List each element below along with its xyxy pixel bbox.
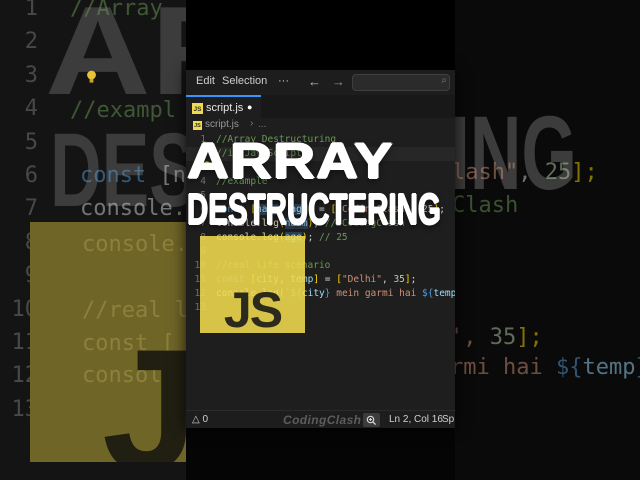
code-token: "Delhi" — [341, 274, 382, 285]
warning-icon: △ — [192, 414, 200, 425]
indent-indicator-truncated[interactable]: Sp — [442, 414, 454, 425]
zoom-indicator[interactable] — [363, 413, 380, 427]
background-line-number: 3 — [24, 62, 38, 88]
tab-modified-dot-icon[interactable]: ● — [247, 102, 252, 112]
code-token: ]; — [571, 160, 598, 185]
warning-count: 0 — [202, 414, 209, 425]
tab-script-js[interactable]: JS script.js ● — [186, 95, 261, 120]
code-token: , — [382, 274, 394, 285]
code-token: , — [518, 160, 545, 185]
tab-label: script.js — [206, 102, 244, 114]
code-token: [n — [146, 163, 186, 188]
code-token: ]; — [516, 325, 543, 350]
code-token: ; — [410, 274, 417, 285]
search-icon: ⌕ — [441, 75, 447, 86]
code-token: lash" — [455, 160, 519, 185]
warnings-indicator[interactable]: △ 0 — [192, 414, 208, 425]
background-code-fragment: console. — [80, 196, 186, 221]
background-code-fragment: lash", 25]; — [455, 160, 598, 185]
code-token: ${ — [422, 288, 434, 299]
code-token: = — [319, 274, 337, 285]
code-token: //Array — [70, 0, 163, 21]
js-logo-badge: JS — [200, 236, 305, 338]
js-file-icon: JS — [192, 103, 203, 114]
background-line-number: 4 — [24, 96, 38, 122]
code-token: ', — [455, 325, 477, 350]
background-code-fragment: ', 35]; — [455, 325, 543, 350]
breadcrumb[interactable]: JS script.js › ... — [186, 118, 455, 133]
code-token: city — [301, 288, 325, 299]
code-token: 25 — [544, 160, 572, 185]
js-logo-letters: JS — [223, 282, 283, 338]
breadcrumb-more[interactable]: ... — [258, 119, 266, 130]
background-code-right: ING lash", 25]; Clash ', 35]; rmi hai ${… — [455, 0, 640, 480]
background-code-fragment: rmi hai ${temp} — [455, 355, 640, 380]
overlay-title-line2: DESTRUCTERING — [187, 185, 441, 234]
code-token: Clash — [455, 193, 519, 218]
code-token: temp — [433, 288, 455, 299]
code-token: temp — [582, 355, 636, 380]
background-code-fragment: const [n — [80, 163, 186, 188]
background-line-number: 2 — [24, 29, 38, 55]
code-token: 35 — [393, 274, 405, 285]
status-bar: △ 0 CodingClash Ln 2, Col 16 Sp — [186, 410, 455, 428]
background-code-fragment: //Array — [70, 0, 163, 21]
cursor-position-indicator[interactable]: Ln 2, Col 16 — [389, 414, 443, 425]
menu-item-edit[interactable]: Edit — [196, 75, 215, 87]
menu-item-selection[interactable]: Selection — [222, 75, 267, 87]
watermark-codingclash: CodingClash — [283, 413, 362, 427]
code-token: rmi hai — [455, 355, 556, 380]
background-line-number: 5 — [24, 129, 38, 155]
background-code-left: 12345678910111213 ARR //Array //exampl D… — [0, 0, 186, 480]
command-center-search[interactable]: ⌕ — [352, 74, 450, 91]
background-through-code: console. — [82, 232, 186, 257]
breadcrumb-file[interactable]: script.js — [205, 119, 239, 130]
code-token: } — [635, 355, 640, 380]
code-token: 35 — [489, 325, 517, 350]
background-lightbulb-icon — [86, 70, 97, 84]
background-line-number: 1 — [24, 0, 38, 21]
js-file-icon: JS — [193, 121, 202, 130]
nav-forward-icon[interactable]: → — [332, 74, 345, 89]
nav-back-icon[interactable]: ← — [308, 74, 321, 89]
code-token: mein garmi hai — [330, 288, 423, 299]
code-token: console. — [80, 196, 186, 221]
background-code-fragment: Clash — [455, 193, 518, 218]
code-token: ${ — [555, 355, 583, 380]
background-js-logo: console. //real l const [ console JS — [30, 222, 186, 462]
background-giant-title-right: ING — [455, 95, 577, 212]
background-line-number: 6 — [24, 163, 38, 189]
chevron-right-icon: › — [250, 118, 254, 129]
code-token: const — [80, 163, 147, 188]
menu-bar: Edit Selection ··· ← → ⌕ — [186, 70, 455, 95]
tab-bar: JS script.js ● — [186, 95, 455, 120]
menu-overflow-icon[interactable]: ··· — [278, 75, 289, 87]
overlay-title-line1: ARRAY — [187, 133, 394, 189]
background-js-logo-letters: JS — [102, 314, 186, 462]
shorts-video-frame: 12345678910111213 ARR //Array //exampl D… — [0, 0, 640, 480]
background-line-number: 7 — [24, 196, 38, 222]
